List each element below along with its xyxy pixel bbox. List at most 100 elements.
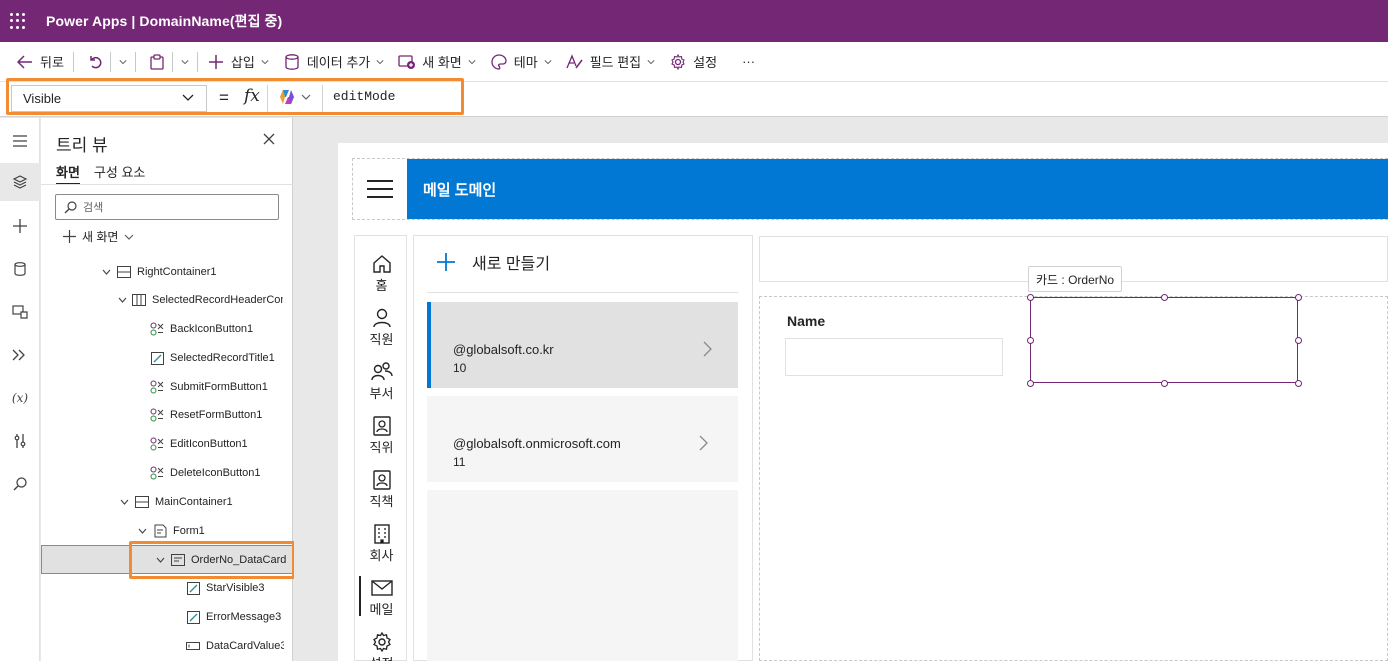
search-icon[interactable] [0,465,40,503]
chevron-down-icon[interactable] [118,499,130,505]
tab-screens[interactable]: 화면 [56,162,80,185]
new-screen-link[interactable]: 새 화면 [63,228,134,245]
new-screen-button[interactable]: 새 화면 [391,42,483,81]
tools-icon[interactable] [0,422,40,460]
data-icon[interactable] [0,250,40,288]
divider [41,184,293,185]
selected-card-box[interactable] [1027,294,1302,387]
resize-handle[interactable] [1161,294,1168,301]
resize-handle[interactable] [1027,380,1034,387]
tree-node[interactable]: BackIconButton1 [150,318,253,340]
chevron-down-icon[interactable] [136,528,148,534]
tree-node[interactable]: RightContainer1 [100,261,217,283]
divider [427,292,738,293]
chevron-down-icon [647,59,655,64]
nav-item-company[interactable]: 회사 [355,516,408,570]
chevron-right-icon[interactable] [703,341,712,357]
app-header[interactable]: 메일 도메인 [352,158,1388,220]
resize-handle[interactable] [1295,337,1302,344]
list-item[interactable]: @globalsoft.co.kr 10 [427,302,738,388]
item-count: 11 [453,455,466,469]
nav-item-positions[interactable]: 직위 [355,408,408,462]
variables-icon[interactable]: (x) [0,379,40,417]
tree-node[interactable]: MainContainer1 [118,491,233,513]
chevron-right-icon[interactable] [699,435,708,451]
insert-plus-icon[interactable] [0,207,40,245]
chevron-down-icon[interactable] [118,297,127,303]
insert-button[interactable]: 삽입 [200,42,276,81]
gallery-empty-area [427,490,738,661]
edit-fields-icon [566,53,584,71]
button-icon [150,437,164,451]
hamburger-menu-icon[interactable] [353,159,407,219]
divider [109,51,111,72]
add-data-button[interactable]: 데이터 추가 [276,42,391,81]
nav-item-titles[interactable]: 직책 [355,462,408,516]
label-icon [186,610,200,624]
settings-button[interactable]: 설정 [662,42,724,81]
nav-item-home[interactable]: 홈 [355,246,408,300]
paste-button[interactable] [138,42,170,81]
plus-icon [207,53,225,71]
tree-node[interactable]: DeleteIconButton1 [150,462,261,484]
app-launcher-icon[interactable] [10,13,26,29]
more-button[interactable]: ··· [724,42,762,81]
chevron-down-icon[interactable] [100,269,112,275]
tree-node[interactable]: Form1 [136,520,205,542]
paste-dropdown[interactable] [175,42,195,81]
nav-item-employees[interactable]: 직원 [355,300,408,354]
tab-components[interactable]: 구성 요소 [94,162,145,185]
resize-handle[interactable] [1295,380,1302,387]
media-icon[interactable] [0,293,40,331]
tree-node[interactable]: StarVisible3 [186,577,265,599]
resize-handle[interactable] [1161,380,1168,387]
left-rail: (x) [0,118,40,661]
power-automate-icon[interactable] [0,336,40,374]
text-input-icon [186,639,200,653]
tree-view-icon[interactable] [0,163,40,201]
theme-button[interactable]: 테마 [483,42,559,81]
formula-highlight-box [6,78,464,115]
gear-icon [372,631,392,653]
tree-node[interactable]: SelectedRecordHeaderCont [118,289,283,311]
chevron-down-icon [125,234,134,240]
nav-item-settings[interactable]: 설정 [355,624,408,661]
list-item[interactable]: @globalsoft.onmicrosoft.com 11 [427,396,738,482]
nav-item-departments[interactable]: 부서 [355,354,408,408]
chevron-down-icon [261,59,269,64]
undo-button[interactable] [76,42,108,81]
plus-icon [437,253,455,271]
resize-handle[interactable] [1027,294,1034,301]
item-domain: @globalsoft.co.kr [453,342,554,357]
chevron-down-icon [468,59,476,64]
resize-handle[interactable] [1027,337,1034,344]
new-record-button[interactable]: 새로 만들기 [436,250,550,274]
gear-icon [669,53,687,71]
tree-node[interactable]: SubmitFormButton1 [150,376,268,398]
tree-node[interactable]: EditIconButton1 [150,433,248,455]
tree-node[interactable]: DataCardValue3 [186,635,284,657]
label-icon [150,351,164,365]
back-button[interactable]: 뒤로 [0,42,71,81]
menu-icon[interactable] [0,122,40,160]
edit-fields-button[interactable]: 필드 편집 [559,42,662,81]
badge-icon [372,469,391,491]
chevron-down-icon [181,59,189,64]
header-title: 메일 도메인 [407,159,1388,219]
horizontal-container-icon [117,265,131,279]
name-input[interactable] [785,338,1003,376]
arrow-left-icon [16,53,34,71]
item-domain: @globalsoft.onmicrosoft.com [453,436,621,451]
divider [196,51,198,72]
tree-search-input[interactable]: 검색 [55,194,279,220]
plus-icon [63,230,76,243]
button-icon [150,380,164,394]
nav-item-mail[interactable]: 메일 [355,570,408,624]
close-icon[interactable] [263,133,275,148]
undo-dropdown[interactable] [113,42,133,81]
tree-node[interactable]: SelectedRecordTitle1 [150,347,275,369]
resize-handle[interactable] [1295,294,1302,301]
tree-node[interactable]: ErrorMessage3 [186,606,281,628]
tree-node[interactable]: ResetFormButton1 [150,404,262,426]
horizontal-container-icon [135,495,149,509]
